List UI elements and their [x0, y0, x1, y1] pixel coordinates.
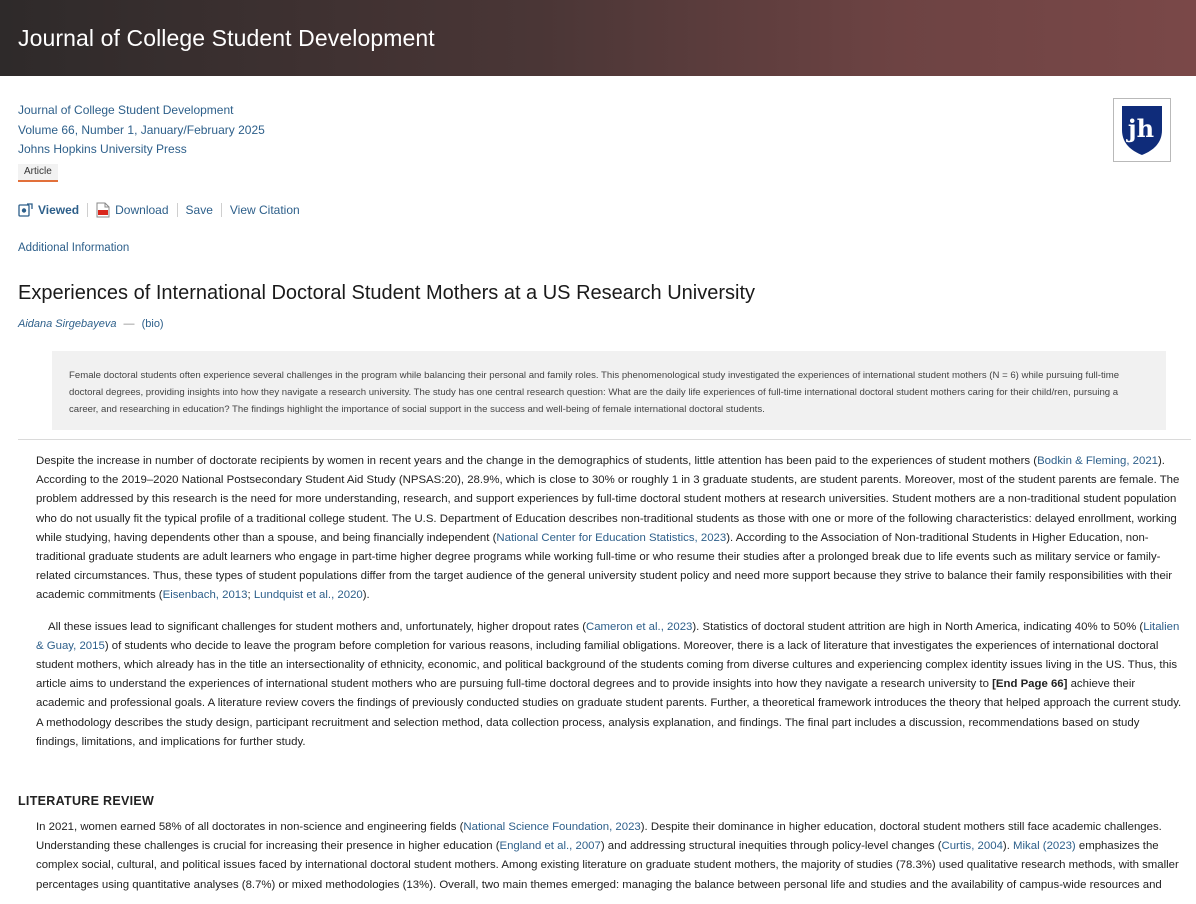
citation-link[interactable]: National Science Foundation, 2023: [463, 821, 640, 833]
text-run: ) and addressing structural inequities t…: [600, 840, 942, 853]
article-type-badge: Article: [18, 163, 58, 182]
action-divider: [87, 202, 89, 217]
banner-title[interactable]: Journal of College Student Development: [18, 25, 435, 52]
section-body: In 2021, women earned 58% of all doctora…: [0, 818, 1196, 895]
section-heading: LITERATURE REVIEW: [18, 794, 155, 809]
citation-link[interactable]: Eisenbach, 2013: [163, 589, 248, 601]
view-citation-button[interactable]: View Citation: [230, 203, 300, 217]
author-dash: —: [123, 318, 135, 330]
publisher-link[interactable]: Johns Hopkins University Press: [18, 140, 1178, 160]
article-body: Despite the increase in number of doctor…: [0, 452, 1196, 752]
citation-link[interactable]: Curtis, 2004: [941, 840, 1002, 852]
text-run: ). Statistics of doctoral student attrit…: [692, 620, 1144, 633]
citation-link[interactable]: Mikal (2023): [1013, 840, 1076, 852]
viewed-button[interactable]: Viewed: [18, 203, 79, 217]
viewed-icon: [18, 202, 33, 217]
article-title: Experiences of International Doctoral St…: [18, 282, 756, 304]
volume-link[interactable]: Volume 66, Number 1, January/February 20…: [18, 121, 1178, 141]
action-divider: [176, 202, 178, 217]
text-run: ). According to the 2019–2020 National P…: [36, 455, 1180, 544]
journal-link[interactable]: Journal of College Student Development: [18, 101, 1178, 121]
end-page-marker: [End Page 66]: [992, 678, 1068, 691]
viewed-label: Viewed: [38, 202, 80, 217]
citation-link[interactable]: England et al., 2007: [500, 840, 601, 852]
text-run: ).: [1002, 840, 1014, 853]
body-paragraph: In 2021, women earned 58% of all doctora…: [36, 818, 1184, 895]
svg-text:jh: jh: [1126, 114, 1154, 143]
additional-information-link[interactable]: Additional Information: [18, 242, 1178, 254]
download-label: Download: [115, 202, 169, 217]
body-paragraph: All these issues lead to significant cha…: [36, 618, 1184, 752]
text-run: Despite the increase in number of doctor…: [36, 455, 1038, 467]
pdf-icon: [96, 202, 110, 218]
citation-link[interactable]: Cameron et al., 2023: [586, 621, 692, 633]
author-link[interactable]: Aidana Sirgebayeva: [18, 318, 116, 330]
author-line: Aidana Sirgebayeva — (bio): [0, 318, 1196, 330]
citation-link[interactable]: National Center for Education Statistics…: [496, 532, 726, 544]
download-button[interactable]: Download: [96, 202, 169, 218]
text-run: All these issues lead to significant cha…: [48, 620, 586, 633]
action-divider: [220, 202, 222, 217]
abstract: Female doctoral students often experienc…: [52, 351, 1166, 430]
divider: [18, 439, 1191, 440]
article-actions: Viewed Download Save View Citation: [18, 202, 1178, 218]
text-run: ).: [362, 589, 370, 602]
article-meta: Journal of College Student Development V…: [0, 76, 1196, 254]
citation-link[interactable]: Bodkin & Fleming, 2021: [1037, 455, 1158, 467]
body-paragraph: Despite the increase in number of doctor…: [36, 452, 1184, 606]
text-run: In 2021, women earned 58% of all doctora…: [36, 821, 464, 834]
citation-link[interactable]: Lundquist et al., 2020: [254, 589, 363, 601]
journal-banner: Journal of College Student Development: [0, 0, 1196, 76]
save-button[interactable]: Save: [186, 203, 213, 217]
author-bio-link[interactable]: (bio): [142, 318, 164, 330]
jh-shield-logo-icon[interactable]: jh: [1113, 98, 1171, 162]
